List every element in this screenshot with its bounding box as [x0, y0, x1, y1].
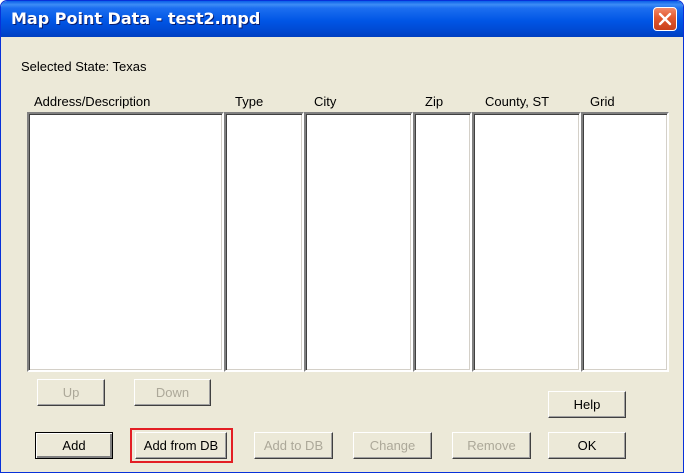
remove-button[interactable]: Remove [452, 432, 531, 459]
help-button[interactable]: Help [548, 391, 626, 418]
grid-listbox[interactable] [581, 112, 669, 372]
column-header-type: Type [235, 94, 264, 109]
title-bar[interactable]: Map Point Data - test2.mpd [1, 1, 683, 37]
highlight-annotation [130, 428, 233, 463]
zip-listbox[interactable] [413, 112, 472, 372]
window-title: Map Point Data - test2.mpd [11, 9, 261, 28]
type-listbox[interactable] [224, 112, 304, 372]
city-listbox[interactable] [304, 112, 413, 372]
dialog-window: Map Point Data - test2.mpd Selected Stat… [0, 0, 684, 473]
ok-button[interactable]: OK [548, 432, 626, 459]
address-listbox[interactable] [27, 112, 224, 372]
column-header-address: Address/Description [34, 94, 151, 109]
selected-state-label: Selected State: Texas [21, 59, 147, 74]
column-header-county: County, ST [485, 94, 550, 109]
column-header-grid: Grid [590, 94, 615, 109]
change-button[interactable]: Change [353, 432, 432, 459]
add-to-db-button[interactable]: Add to DB [254, 432, 333, 459]
up-button[interactable]: Up [37, 379, 105, 406]
close-button[interactable] [653, 7, 677, 31]
down-button[interactable]: Down [134, 379, 211, 406]
column-header-city: City [314, 94, 337, 109]
county-listbox[interactable] [472, 112, 581, 372]
dialog-body: Selected State: Texas Address/Descriptio… [5, 37, 679, 470]
add-button[interactable]: Add [35, 432, 113, 459]
column-header-zip: Zip [425, 94, 444, 109]
close-icon [658, 12, 672, 26]
